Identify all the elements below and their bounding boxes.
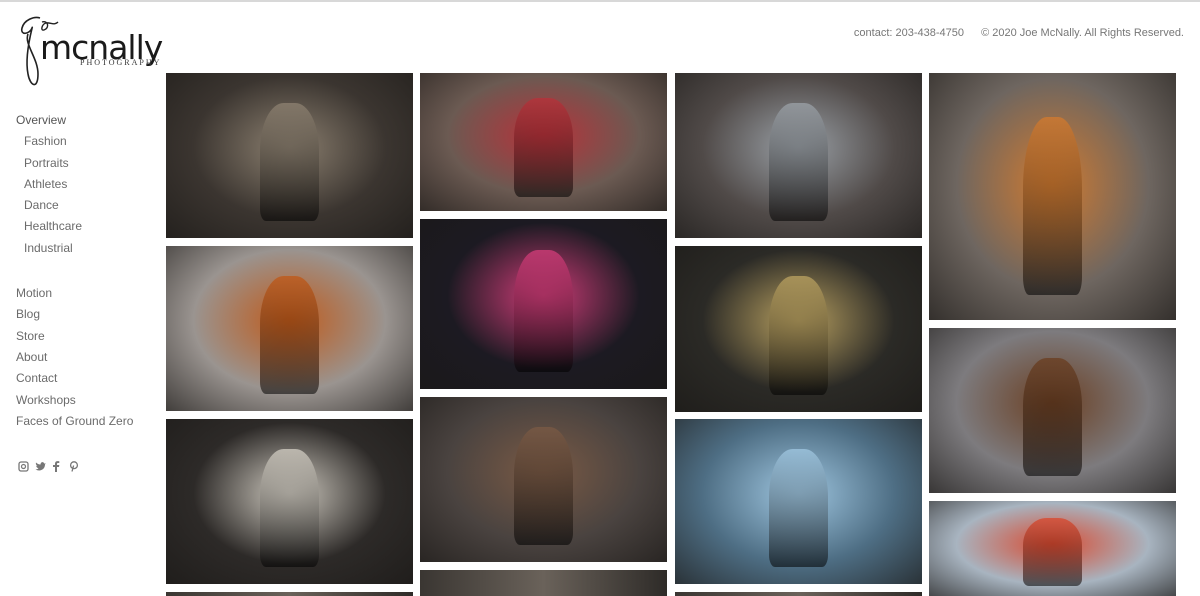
photo-subject xyxy=(1022,117,1083,296)
nav-athletes[interactable]: Athletes xyxy=(16,174,156,195)
nav-overview[interactable]: Overview xyxy=(16,110,156,131)
nav-fashion[interactable]: Fashion xyxy=(16,131,156,152)
photo-subject xyxy=(768,448,829,568)
contact-phone[interactable]: contact: 203-438-4750 xyxy=(854,27,964,39)
copyright-notice: © 2020 Joe McNally. All Rights Reserved. xyxy=(981,27,1184,39)
top-border xyxy=(0,0,1200,2)
photo-subject xyxy=(259,102,320,222)
nav-motion[interactable]: Motion xyxy=(16,283,156,304)
photo-worker-rooftop[interactable] xyxy=(166,246,413,411)
social-links xyxy=(18,459,80,472)
photo-partial-tile[interactable] xyxy=(166,592,413,596)
photo-surgeons[interactable] xyxy=(675,419,922,584)
nav-blog[interactable]: Blog xyxy=(16,304,156,325)
photo-partial-tile[interactable] xyxy=(675,592,922,596)
logo-subtitle: PHOTOGRAPHY xyxy=(80,58,162,67)
photo-helicopter-rescue[interactable] xyxy=(929,501,1176,596)
photo-man-window[interactable] xyxy=(675,73,922,238)
nav-workshops[interactable]: Workshops xyxy=(16,390,156,411)
photo-subject xyxy=(768,102,829,222)
photo-showgirl-desert[interactable] xyxy=(929,73,1176,320)
nav-store[interactable]: Store xyxy=(16,326,156,347)
photo-taxi-city-night[interactable] xyxy=(420,219,667,389)
sidebar-nav: Overview Fashion Portraits Athletes Danc… xyxy=(16,110,156,432)
nav-contact[interactable]: Contact xyxy=(16,368,156,389)
twitter-icon[interactable] xyxy=(35,459,46,471)
photo-subject xyxy=(513,249,574,372)
site-logo[interactable]: mcnally PHOTOGRAPHY xyxy=(14,14,174,94)
nav-dance[interactable]: Dance xyxy=(16,195,156,216)
photo-subject xyxy=(768,275,829,396)
photo-subject xyxy=(1022,357,1083,477)
pinterest-icon[interactable] xyxy=(69,459,80,472)
photo-subject xyxy=(513,97,574,198)
photo-subject xyxy=(259,275,320,395)
photo-woman-beanie[interactable] xyxy=(420,73,667,211)
header-info: contact: 203-438-4750 © 2020 Joe McNally… xyxy=(840,27,1184,39)
photo-partial-tile[interactable] xyxy=(420,570,667,596)
photo-woman-gold-dress[interactable] xyxy=(675,246,922,412)
nav-about[interactable]: About xyxy=(16,347,156,368)
nav-faces-of-ground-zero[interactable]: Faces of Ground Zero xyxy=(16,411,156,432)
instagram-icon[interactable] xyxy=(18,459,29,472)
facebook-icon[interactable] xyxy=(52,459,63,472)
nav-healthcare[interactable]: Healthcare xyxy=(16,216,156,237)
photo-cowboy-storm[interactable] xyxy=(929,328,1176,493)
photo-subject xyxy=(1022,518,1083,587)
photo-dark-room-woman[interactable] xyxy=(166,73,413,238)
photo-breakdancer-warehouse[interactable] xyxy=(166,419,413,584)
nav-industrial[interactable]: Industrial xyxy=(16,238,156,259)
photo-subject xyxy=(259,448,320,568)
photo-athlete-brick-wall[interactable] xyxy=(420,397,667,562)
nav-portraits[interactable]: Portraits xyxy=(16,153,156,174)
photo-subject xyxy=(513,426,574,546)
